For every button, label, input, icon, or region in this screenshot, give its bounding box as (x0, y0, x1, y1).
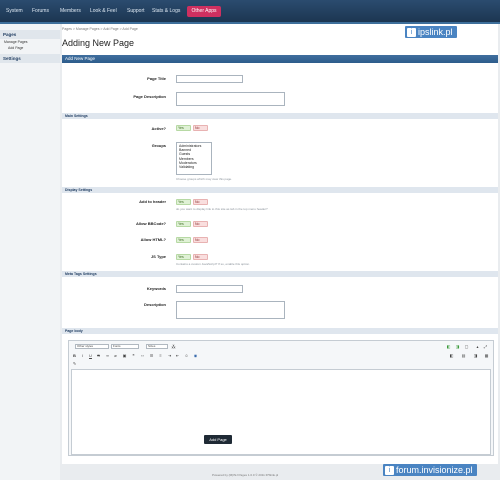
sidebar-item-add-page[interactable]: Add Page (8, 46, 23, 50)
code-icon[interactable]: ‹› (140, 353, 145, 358)
allow-html-no-button[interactable]: No (193, 237, 208, 243)
page-description-textarea[interactable] (176, 92, 285, 106)
nav-stats-logs[interactable]: Stats & Logs (152, 8, 180, 14)
preview-icon[interactable]: ◨ (455, 344, 460, 349)
align-right-icon[interactable]: ◨ (473, 353, 478, 358)
active-yes-button[interactable]: Yes (176, 125, 191, 131)
breadcrumb[interactable]: Pages > Manage Pages > Add Page > Add Pa… (62, 27, 138, 31)
nav-support[interactable]: Support (127, 8, 145, 14)
groups-label: Groups (151, 143, 166, 148)
add-to-header-toggle: Yes No (176, 199, 210, 205)
watermark-bottom: i forum.invisionize.pl (383, 464, 477, 476)
watermark-top: i ipslink.pl (405, 26, 457, 38)
emoticon-icon[interactable]: ☺ (184, 353, 189, 358)
page-title-label: Page Title (147, 76, 166, 81)
active-label: Active? (151, 126, 166, 131)
justify-icon[interactable]: ▦ (484, 353, 489, 358)
watermark-bottom-text: forum.invisionize.pl (396, 465, 473, 475)
editor-text-area[interactable] (71, 369, 491, 455)
watermark-top-text: ipslink.pl (418, 27, 453, 37)
allow-bbcode-yes-button[interactable]: Yes (176, 221, 191, 227)
keywords-label: Keywords (146, 286, 166, 291)
section-meta-tags: Meta Tags Settings (62, 271, 498, 277)
js-type-label: JS Type (150, 254, 166, 259)
underline-icon[interactable]: U (88, 353, 93, 358)
align-center-icon[interactable]: ▤ (461, 353, 466, 358)
list-icon[interactable]: ☰ (149, 353, 154, 358)
add-to-header-no-button[interactable]: No (193, 199, 208, 205)
add-to-header-hint: do you want to display link to this site… (176, 207, 268, 211)
footer-text: Powered by (M)INJ Pages 1.0.0 © 2011 IPS… (212, 473, 279, 477)
sidebar-section-settings[interactable]: Settings (0, 54, 60, 63)
minus-icon[interactable]: ▴ (475, 344, 480, 349)
source-icon[interactable]: ◧ (446, 344, 451, 349)
group-option[interactable]: Validating (179, 165, 209, 169)
size-select[interactable]: Sizes (146, 344, 168, 349)
logo-icon: i (407, 28, 416, 38)
nav-forums[interactable]: Forums (32, 8, 49, 14)
page-description-label: Page Description (133, 94, 166, 99)
image-icon[interactable]: ▣ (122, 353, 127, 358)
editor-toolbar-top: Other styles Fonts Sizes ⁂ ◧ ◨ ▢ ▴ ⤢ (69, 343, 493, 351)
allow-html-label: Allow HTML? (140, 237, 166, 242)
editor-toolbar-format: B I U S ∞ ⌀ ▣ ❝ ‹› ☰ ≡ ⇥ ⇤ ☺ ◉ ◧ ▤ ◨ ▦ (69, 353, 493, 361)
groups-select[interactable]: Administrators Banned Guests Members Mod… (176, 142, 212, 175)
nav-other-apps[interactable]: Other Apps (187, 6, 221, 17)
main-content: Pages > Manage Pages > Add Page > Add Pa… (62, 24, 498, 464)
js-type-hint: Contains a custom JavaScript? If so, ena… (176, 262, 250, 266)
add-to-header-label: Add to header (139, 199, 166, 204)
allow-bbcode-no-button[interactable]: No (193, 221, 208, 227)
keywords-input[interactable] (176, 285, 243, 293)
description-label: Description (143, 302, 166, 307)
section-main-settings: Main Settings (62, 113, 498, 119)
add-to-header-yes-button[interactable]: Yes (176, 199, 191, 205)
add-page-button[interactable]: Add Page (204, 435, 232, 444)
align-left-icon[interactable]: ◧ (449, 353, 454, 358)
sidebar-section-pages: Pages (0, 30, 60, 39)
media-icon[interactable]: ◉ (193, 353, 198, 358)
sidebar: Pages Manage Pages Add Page Settings (0, 24, 60, 480)
font-select[interactable]: Fonts (111, 344, 139, 349)
js-type-no-button[interactable]: No (193, 254, 208, 260)
active-no-button[interactable]: No (193, 125, 208, 131)
allow-html-yes-button[interactable]: Yes (176, 237, 191, 243)
expand-icon[interactable]: ⤢ (483, 344, 488, 349)
unlink-icon[interactable]: ⌀ (113, 353, 118, 358)
allow-bbcode-toggle: Yes No (176, 221, 210, 227)
rich-text-editor: Other styles Fonts Sizes ⁂ ◧ ◨ ▢ ▴ ⤢ B I… (68, 340, 494, 456)
format-icon[interactable]: ⁂ (171, 344, 176, 349)
nav-system[interactable]: System (6, 8, 23, 14)
form-header: Add New Page (62, 55, 498, 63)
bold-icon[interactable]: B (72, 353, 77, 358)
editor-toolbar-extra: ✎ (69, 361, 493, 369)
strike-icon[interactable]: S (96, 353, 101, 358)
active-toggle: Yes No (176, 125, 210, 131)
indent-icon[interactable]: ⇥ (167, 353, 172, 358)
page-title-input[interactable] (176, 75, 243, 83)
outdent-icon[interactable]: ⇤ (175, 353, 180, 358)
nav-members[interactable]: Members (60, 8, 81, 14)
section-page-body: Page body (62, 328, 498, 334)
numbered-list-icon[interactable]: ≡ (158, 353, 163, 358)
logo-icon: i (385, 466, 394, 476)
nav-look-feel[interactable]: Look & Feel (90, 8, 117, 14)
spellcheck-icon[interactable]: ✎ (72, 361, 77, 366)
italic-icon[interactable]: I (80, 353, 85, 358)
js-type-toggle: Yes No (176, 254, 210, 260)
groups-hint: Choose groups which may view this page. (176, 177, 233, 181)
maximize-icon[interactable]: ▢ (464, 344, 469, 349)
allow-html-toggle: Yes No (176, 237, 210, 243)
page-title: Adding New Page (62, 38, 135, 48)
quote-icon[interactable]: ❝ (131, 353, 136, 358)
section-display-settings: Display Settings (62, 187, 498, 193)
style-select[interactable]: Other styles (75, 344, 109, 349)
link-icon[interactable]: ∞ (105, 353, 110, 358)
allow-bbcode-label: Allow BBCode? (136, 221, 166, 226)
top-navigation: System Forums Members Look & Feel Suppor… (0, 0, 500, 24)
js-type-yes-button[interactable]: Yes (176, 254, 191, 260)
description-textarea[interactable] (176, 301, 285, 319)
sidebar-item-manage-pages[interactable]: Manage Pages (4, 40, 28, 44)
